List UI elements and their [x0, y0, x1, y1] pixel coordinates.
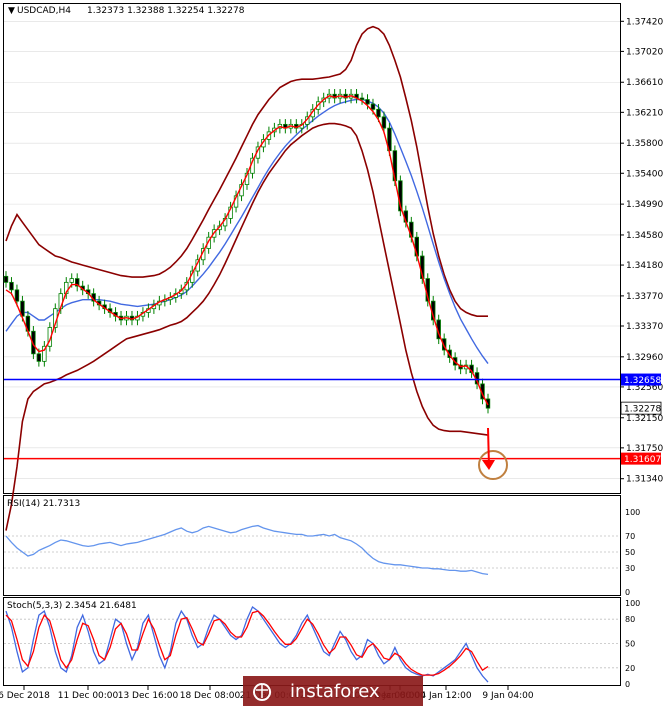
candle-body [370, 103, 376, 110]
price-tick-label: 1.37420 [626, 17, 663, 27]
stoch-tick-label: 20 [625, 664, 635, 673]
candle-body [365, 99, 370, 105]
candle-body [14, 289, 20, 302]
chart-header-arrow[interactable]: ▼ [8, 6, 15, 16]
target-arrow-head [482, 460, 495, 470]
rsi-tick-label: 50 [625, 548, 635, 557]
rsi-title: RSI(14) 21.7313 [7, 499, 80, 509]
stoch-tick-label: 100 [625, 599, 640, 608]
target-circle [478, 450, 508, 480]
target-badge-label: 1.31607 [624, 455, 661, 465]
price-tick-label: 1.35800 [626, 139, 663, 149]
price-panel-frame [3, 3, 621, 494]
rsi-tick-label: 0 [625, 588, 630, 597]
price-tick-label: 1.34180 [626, 261, 663, 271]
time-tick-label: 11 Dec 00:00 [58, 691, 119, 701]
candle-body [376, 108, 381, 118]
price-tick-label: 1.35400 [626, 169, 663, 179]
candle-body [9, 281, 14, 291]
candle-body [36, 353, 42, 362]
rsi-tick-label: 100 [625, 508, 640, 517]
time-tick-label: 4 Jan 12:00 [420, 691, 472, 701]
price-tick-label: 1.37020 [626, 47, 663, 57]
stoch-tick-label: 0 [625, 680, 630, 689]
rsi-line [5, 524, 489, 576]
current-price-label: 1.32278 [624, 405, 661, 415]
price-tick-label: 1.31750 [626, 444, 663, 454]
resistance-badge-label: 1.32658 [624, 376, 661, 386]
chart-ohlc: 1.32373 1.32388 1.32254 1.32278 [87, 6, 245, 16]
price-tick-label: 1.32960 [626, 353, 663, 363]
time-tick-label: 18 Dec 08:00 [180, 691, 241, 701]
candle-body [381, 116, 387, 129]
stoch-tick-label: 50 [625, 640, 635, 649]
rsi-tick-label: 30 [625, 564, 635, 573]
price-tick-label: 1.34990 [626, 200, 663, 210]
rsi-tick-label: 70 [625, 532, 635, 541]
price-tick-label: 1.31340 [626, 475, 663, 485]
stoch-tick-label: 80 [625, 615, 635, 624]
price-tick-label: 1.36610 [626, 78, 663, 88]
price-tick-label: 1.33370 [626, 322, 663, 332]
price-tick-label: 1.32150 [626, 414, 663, 424]
price-tick-label: 1.36210 [626, 108, 663, 118]
time-tick-label: 9 Jan 04:00 [482, 691, 534, 701]
candle-body [359, 97, 365, 100]
chart-symbol: USDCAD,H4 [17, 6, 71, 16]
candle-body [3, 275, 9, 283]
price-tick-label: 1.33770 [626, 292, 663, 302]
stoch-title: Stoch(5,3,3) 2.3454 21.6481 [7, 601, 137, 611]
time-tick-label: 13 Dec 16:00 [118, 691, 179, 701]
candle-body [69, 278, 74, 283]
stoch-main-line [5, 605, 489, 683]
watermark-text: instaforex [290, 681, 380, 702]
price-tick-label: 1.34580 [626, 231, 663, 241]
time-tick-label: 6 Dec 2018 [0, 691, 50, 701]
chart-canvas: 1.37420 1.37020 1.36610 1.36210 1.35800 1.354… [0, 3, 663, 706]
